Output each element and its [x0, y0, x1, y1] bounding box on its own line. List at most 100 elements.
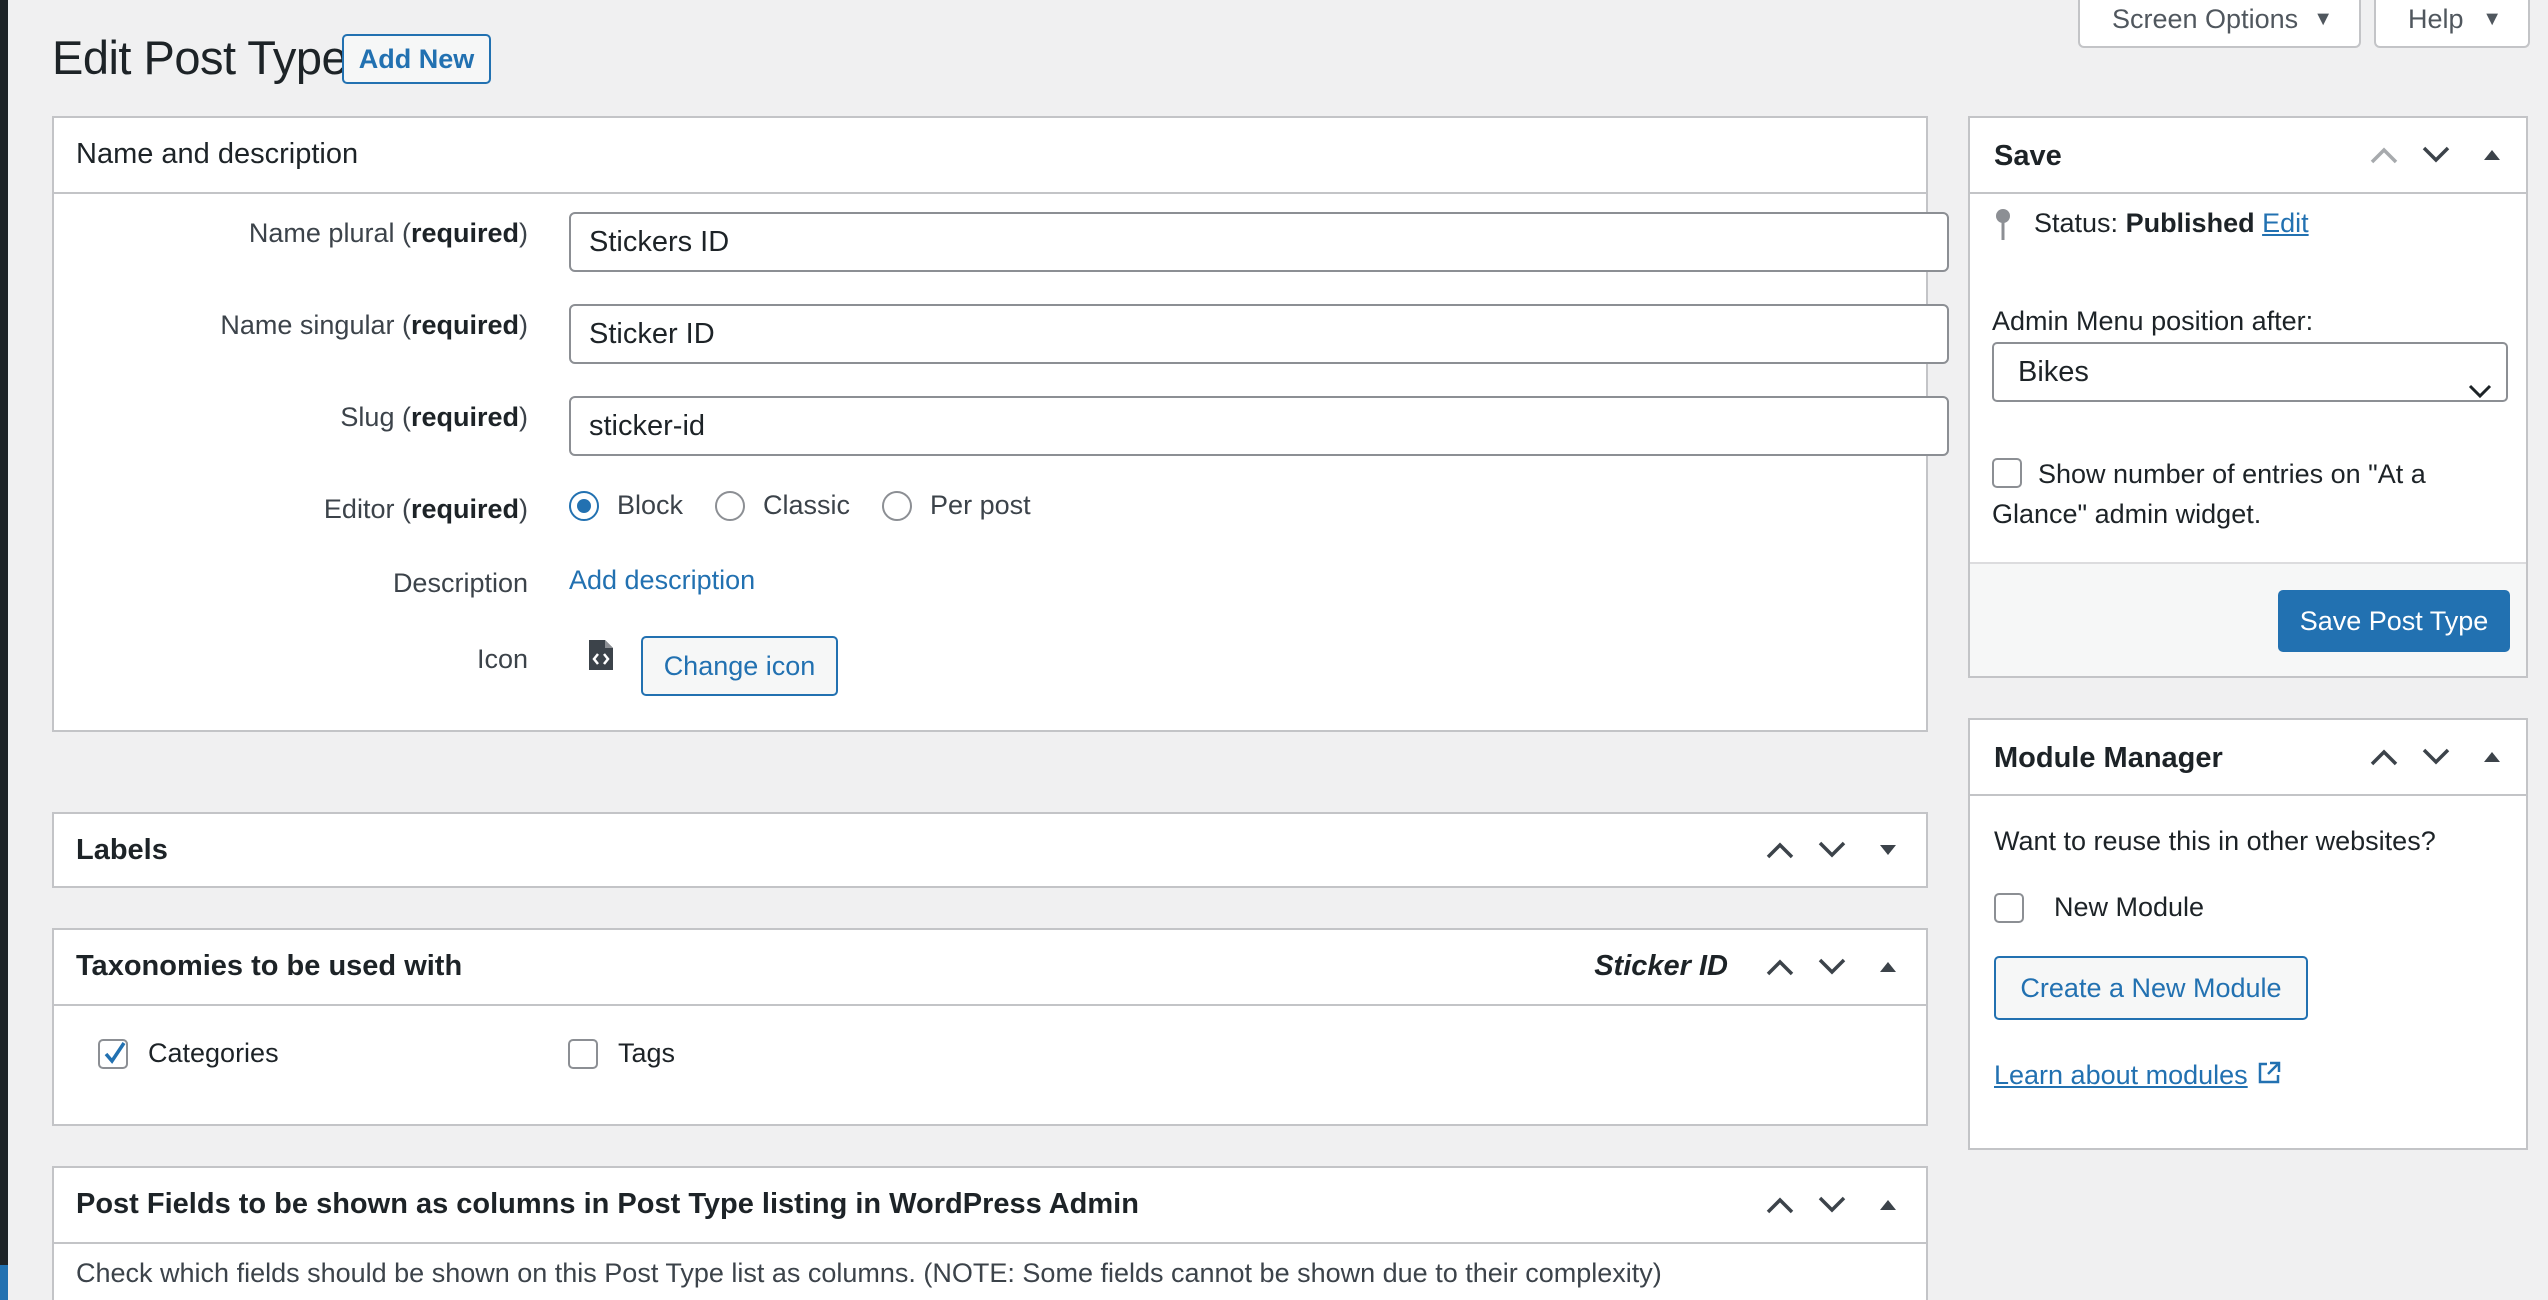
name-singular-input[interactable] [569, 304, 1949, 364]
move-up-icon[interactable] [2358, 118, 2410, 192]
panel-handles [1754, 930, 1918, 1004]
move-down-icon[interactable] [1806, 930, 1858, 1004]
panel-title: Name and description [76, 138, 359, 170]
required-marker: required [410, 218, 519, 248]
admin-sidebar-active-indicator [0, 1265, 8, 1300]
toggle-panel-icon[interactable] [1858, 930, 1918, 1004]
radio-label: Block [617, 490, 684, 520]
save-panel: Save Status: Published Edit Admin Menu p… [1968, 116, 2528, 678]
page-title: Edit Post Type [52, 31, 348, 84]
move-down-icon[interactable] [1806, 814, 1858, 886]
learn-modules-link[interactable]: Learn about modules [1994, 1060, 2282, 1091]
taxonomies-panel: Taxonomies to be used with Sticker ID Ca… [52, 928, 1928, 1126]
save-post-type-button[interactable]: Save Post Type [2278, 590, 2510, 652]
add-new-button[interactable]: Add New [342, 34, 491, 84]
checkbox-label: New Module [2054, 892, 2205, 922]
editor-option-block[interactable]: Block [569, 490, 683, 521]
toggle-panel-icon[interactable] [1858, 1168, 1918, 1242]
select-value: Bikes [2018, 356, 2089, 388]
checkbox[interactable] [98, 1038, 128, 1069]
post-fields-panel: Post Fields to be shown as columns in Po… [52, 1166, 1928, 1300]
panel-header: Name and description [54, 118, 1926, 194]
status-row: Status: Published Edit [2034, 208, 2309, 239]
name-plural-label: Name plural (required) [248, 218, 528, 248]
panel-handles [1754, 1168, 1918, 1242]
status-value: Published [2125, 208, 2255, 238]
help-tab[interactable]: Help ▼ [2374, 0, 2530, 48]
toggle-panel-icon[interactable] [2462, 720, 2522, 794]
caret-down-icon: ▼ [2313, 8, 2333, 30]
toggle-panel-icon[interactable] [1858, 814, 1918, 886]
admin-sidebar-edge [0, 0, 8, 1300]
menu-position-select[interactable]: Bikes [1992, 342, 2508, 402]
label-text: Name singular [220, 310, 395, 340]
checkbox[interactable] [1994, 892, 2024, 923]
labels-panel: Labels [52, 812, 1928, 888]
slug-input[interactable] [569, 396, 1949, 456]
move-up-icon[interactable] [1754, 930, 1806, 1004]
panel-handles [2358, 118, 2522, 192]
post-type-name: Sticker ID [1594, 950, 1728, 982]
move-down-icon[interactable] [2410, 118, 2462, 192]
checkbox-label: Categories [148, 1038, 279, 1068]
change-icon-button[interactable]: Change icon [641, 636, 838, 696]
required-marker: required [410, 402, 519, 432]
panel-handles [2358, 720, 2522, 794]
icon-label: Icon [476, 644, 528, 674]
move-up-icon[interactable] [1754, 814, 1806, 886]
screen-options-tab[interactable]: Screen Options ▼ [2078, 0, 2361, 48]
panel-title: Taxonomies to be used with [76, 950, 463, 982]
editor-option-classic[interactable]: Classic [715, 490, 850, 521]
name-singular-label: Name singular (required) [220, 310, 528, 340]
move-up-icon[interactable] [2358, 720, 2410, 794]
pin-icon [1994, 208, 2012, 247]
add-description-link[interactable]: Add description [569, 565, 755, 596]
name-description-panel: Name and description Name plural (requir… [52, 116, 1949, 732]
panel-header: Post Fields to be shown as columns in Po… [54, 1168, 1926, 1244]
move-up-icon[interactable] [1754, 1168, 1806, 1242]
caret-down-icon: ▼ [2482, 8, 2502, 30]
checkbox-label: Tags [618, 1038, 676, 1068]
toggle-panel-icon[interactable] [2462, 118, 2522, 192]
editor-radio-group: Block Classic Per post [569, 490, 1063, 521]
label-text: Editor [323, 494, 395, 524]
checkbox[interactable] [1992, 458, 2022, 488]
move-down-icon[interactable] [2410, 720, 2462, 794]
external-link-icon [2256, 1060, 2282, 1091]
move-down-icon[interactable] [1806, 1168, 1858, 1242]
panel-header: Module Manager [1970, 720, 2526, 796]
panel-handles [1754, 814, 1918, 886]
glance-widget-option[interactable]: Show number of entries on "At a Glance" … [1992, 458, 2492, 534]
post-fields-description: Check which fields should be shown on th… [76, 1258, 1662, 1288]
status-edit-link[interactable]: Edit [2262, 208, 2309, 238]
slug-label: Slug (required) [340, 402, 528, 432]
editor-option-per-post[interactable]: Per post [882, 490, 1031, 521]
radio-button[interactable] [715, 490, 746, 521]
editor-label: Editor (required) [323, 494, 528, 524]
taxonomy-categories[interactable]: Categories [98, 1038, 279, 1069]
help-label: Help [2408, 4, 2464, 34]
module-question: Want to reuse this in other websites? [1994, 826, 2436, 856]
label-text: Name plural [248, 218, 395, 248]
link-text: Learn about modules [1994, 1060, 2248, 1090]
radio-button[interactable] [569, 490, 599, 521]
new-module-option[interactable]: New Module [1994, 892, 2204, 923]
radio-button[interactable] [882, 490, 913, 521]
module-manager-panel: Module Manager Want to reuse this in oth… [1968, 718, 2528, 1150]
status-label: Status: [2034, 208, 2119, 238]
panel-title: Module Manager [1994, 742, 2223, 774]
taxonomy-tags[interactable]: Tags [568, 1038, 675, 1069]
panel-header: Save [1970, 118, 2526, 194]
radio-label: Per post [930, 490, 1031, 520]
menu-position-label: Admin Menu position after: [1992, 306, 2314, 336]
description-label: Description [392, 568, 528, 598]
radio-label: Classic [763, 490, 851, 520]
panel-title: Post Fields to be shown as columns in Po… [76, 1188, 1139, 1220]
panel-header: Taxonomies to be used with Sticker ID [54, 930, 1926, 1006]
name-plural-input[interactable] [569, 212, 1949, 272]
checkbox[interactable] [568, 1038, 598, 1069]
panel-title: Labels [76, 834, 168, 866]
screen-options-label: Screen Options [2112, 4, 2299, 34]
create-module-button[interactable]: Create a New Module [1994, 956, 2308, 1020]
save-panel-footer: Save Post Type [1970, 562, 2526, 676]
